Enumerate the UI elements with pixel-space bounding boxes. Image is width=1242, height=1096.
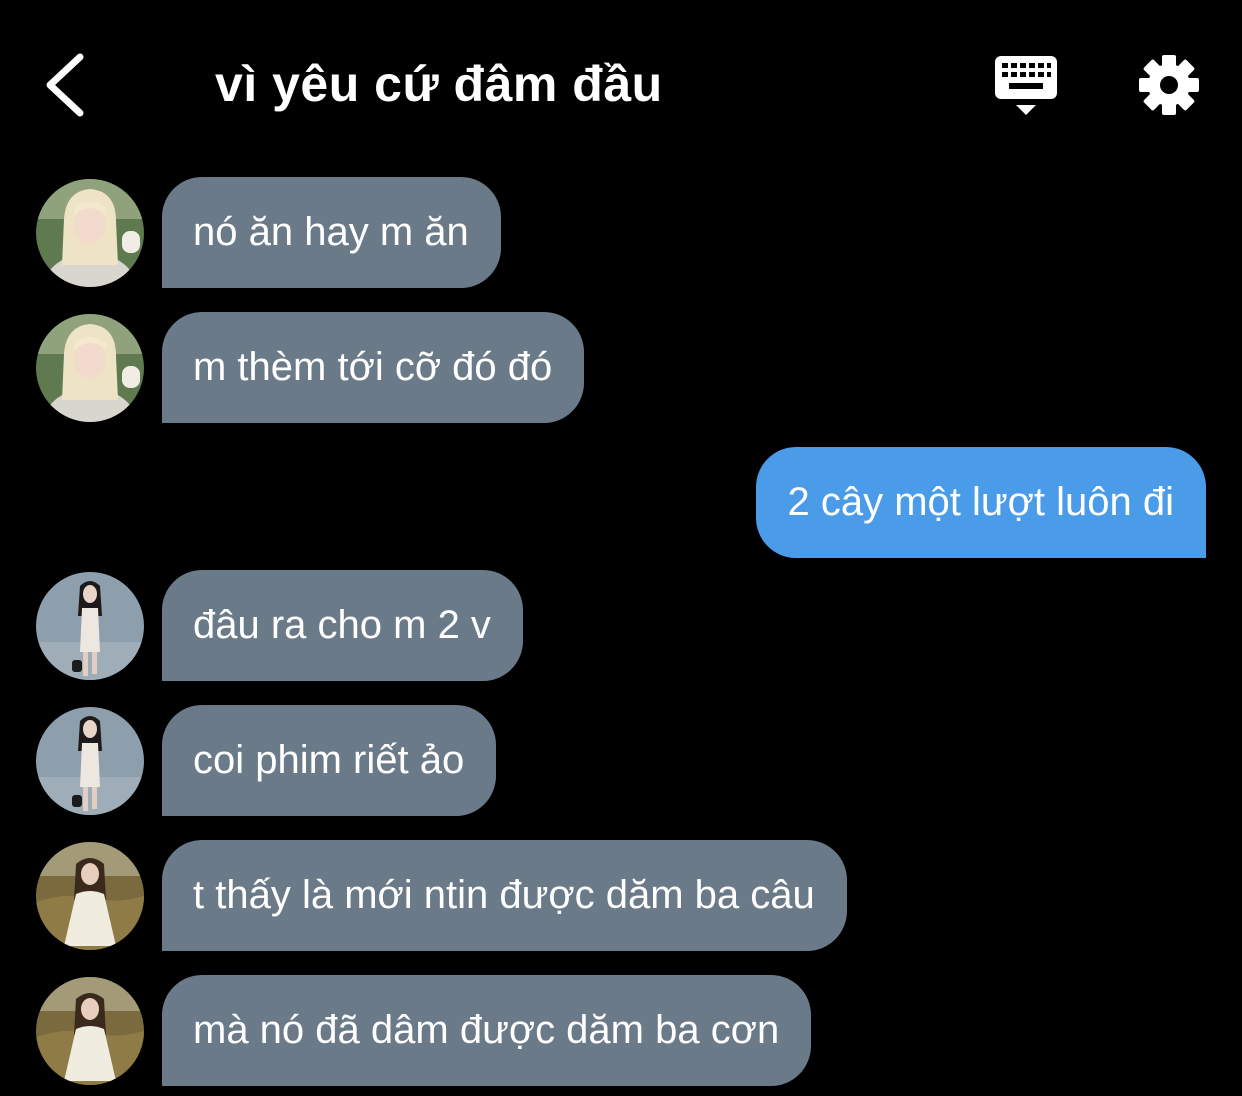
message-row: mà nó đã dâm được dăm ba cơn [0,975,1242,1087]
message-row: t thấy là mới ntin được dăm ba câu [0,840,1242,952]
keyboard-button[interactable] [990,52,1062,120]
sent-message-bubble[interactable]: 2 cây một lượt luôn đi [756,447,1206,558]
message-row: m thèm tới cỡ đó đó [0,312,1242,424]
received-message-bubble[interactable]: nó ăn hay m ăn [162,177,501,288]
received-message-bubble[interactable]: coi phim riết ảo [162,705,497,816]
chat-header: vì yêu cứ đâm đầu [0,0,1242,160]
received-message-bubble[interactable]: t thấy là mới ntin được dăm ba câu [162,840,847,951]
avatar[interactable] [36,707,144,815]
gear-icon [1139,55,1199,115]
chevron-left-icon [46,53,84,117]
message-row: 2 cây một lượt luôn đi [0,447,1242,559]
keyboard-icon [995,56,1057,115]
avatar[interactable] [36,179,144,287]
message-row: đâu ra cho m 2 v [0,570,1242,682]
avatar-blonde-image [36,314,144,422]
message-row: coi phim riết ảo [0,705,1242,817]
avatar[interactable] [36,842,144,950]
chat-title: vì yêu cứ đâm đầu [215,56,663,112]
avatar[interactable] [36,314,144,422]
received-message-bubble[interactable]: m thèm tới cỡ đó đó [162,312,585,423]
received-message-bubble[interactable]: mà nó đã dâm được dăm ba cơn [162,975,812,1086]
avatar[interactable] [36,572,144,680]
back-button[interactable] [30,45,110,125]
avatar[interactable] [36,977,144,1085]
avatar-field-image [36,977,144,1085]
received-message-bubble[interactable]: đâu ra cho m 2 v [162,570,523,681]
avatar-dark-hair-image [36,707,144,815]
avatar-dark-hair-image [36,572,144,680]
message-row: nó ăn hay m ăn [0,177,1242,289]
avatar-field-image [36,842,144,950]
settings-button[interactable] [1136,52,1202,118]
avatar-blonde-image [36,179,144,287]
